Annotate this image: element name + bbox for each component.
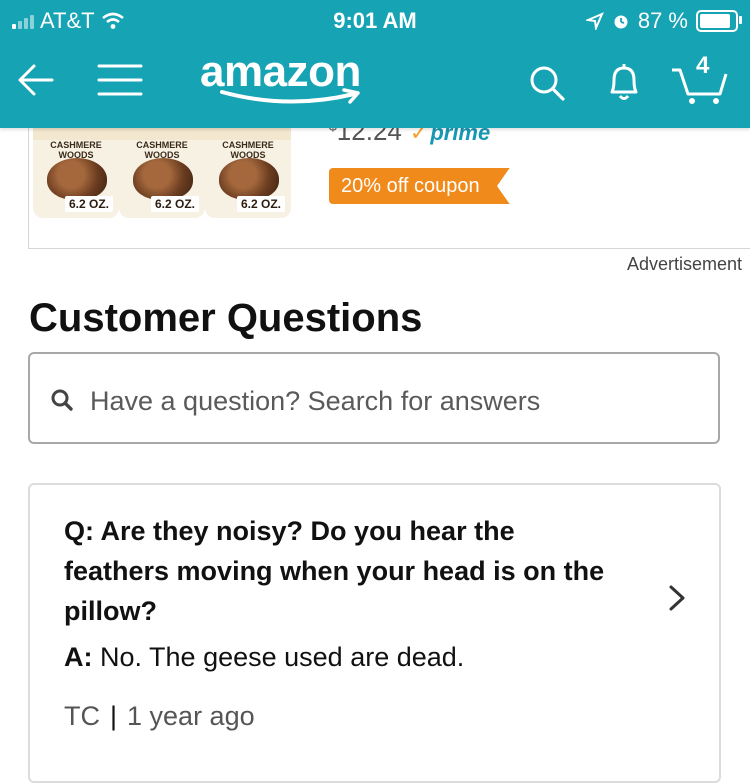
can-label: CASHMERE WOODS [136, 140, 188, 160]
sponsored-ad[interactable]: CASHMERE WOODS 6.2 OZ. CASHMERE WOODS 6.… [28, 116, 750, 249]
cart-count: 4 [696, 52, 710, 79]
answer-prefix: A: [64, 642, 93, 672]
advertisement-label: Advertisement [626, 254, 742, 274]
back-arrow-icon[interactable] [14, 58, 58, 102]
answer-body: No. The geese used are dead. [100, 642, 465, 672]
chevron-right-icon[interactable] [667, 583, 689, 613]
answer-text: A: No. The geese used are dead. [64, 642, 464, 673]
nav-row: amazon 4 [0, 40, 750, 128]
question-search-input[interactable] [88, 380, 712, 422]
question-search-box[interactable] [28, 352, 720, 444]
question-prefix: Q: [64, 516, 94, 546]
location-icon [585, 12, 604, 30]
smile-icon [220, 88, 360, 104]
product-can: CASHMERE WOODS 6.2 OZ. [205, 118, 291, 218]
bell-icon[interactable] [604, 60, 644, 104]
product-can: CASHMERE WOODS 6.2 OZ. [33, 118, 119, 218]
alarm-icon [614, 15, 628, 29]
can-size: 6.2 OZ. [150, 196, 199, 212]
status-bar: AT&T 9:01 AM 87 % [0, 0, 750, 40]
coupon-badge[interactable]: 20% off coupon [329, 168, 510, 204]
can-size: 6.2 OZ. [236, 196, 285, 212]
status-right: 87 % [585, 8, 742, 34]
amazon-logo[interactable]: amazon [200, 46, 361, 116]
battery-icon [696, 10, 742, 32]
can-label: CASHMERE WOODS [50, 140, 102, 160]
can-size: 6.2 OZ. [64, 196, 113, 212]
meta-separator: | [110, 701, 118, 731]
can-label: CASHMERE WOODS [222, 140, 274, 160]
search-icon[interactable] [526, 62, 568, 104]
answer-author: TC [64, 701, 100, 731]
product-can: CASHMERE WOODS 6.2 OZ. [119, 118, 205, 218]
battery-percent: 87 % [637, 8, 688, 33]
cart-button[interactable]: 4 [668, 52, 730, 106]
product-images[interactable]: CASHMERE WOODS 6.2 OZ. CASHMERE WOODS 6.… [33, 118, 333, 228]
answer-meta: TC | 1 year ago [64, 701, 255, 732]
section-title: Customer Questions [29, 296, 423, 340]
question-body: Are they noisy? Do you hear the feathers… [64, 516, 605, 626]
question-card[interactable]: Q: Are they noisy? Do you hear the feath… [28, 483, 721, 783]
question-text: Q: Are they noisy? Do you hear the feath… [64, 511, 624, 631]
pinecone-image [133, 158, 193, 200]
pinecone-image [47, 158, 107, 200]
menu-icon[interactable] [95, 58, 145, 102]
pinecone-image [219, 158, 279, 200]
search-icon [51, 389, 73, 411]
answer-time: 1 year ago [127, 701, 255, 731]
app-header: AT&T 9:01 AM 87 % amazon 4 [0, 0, 750, 128]
